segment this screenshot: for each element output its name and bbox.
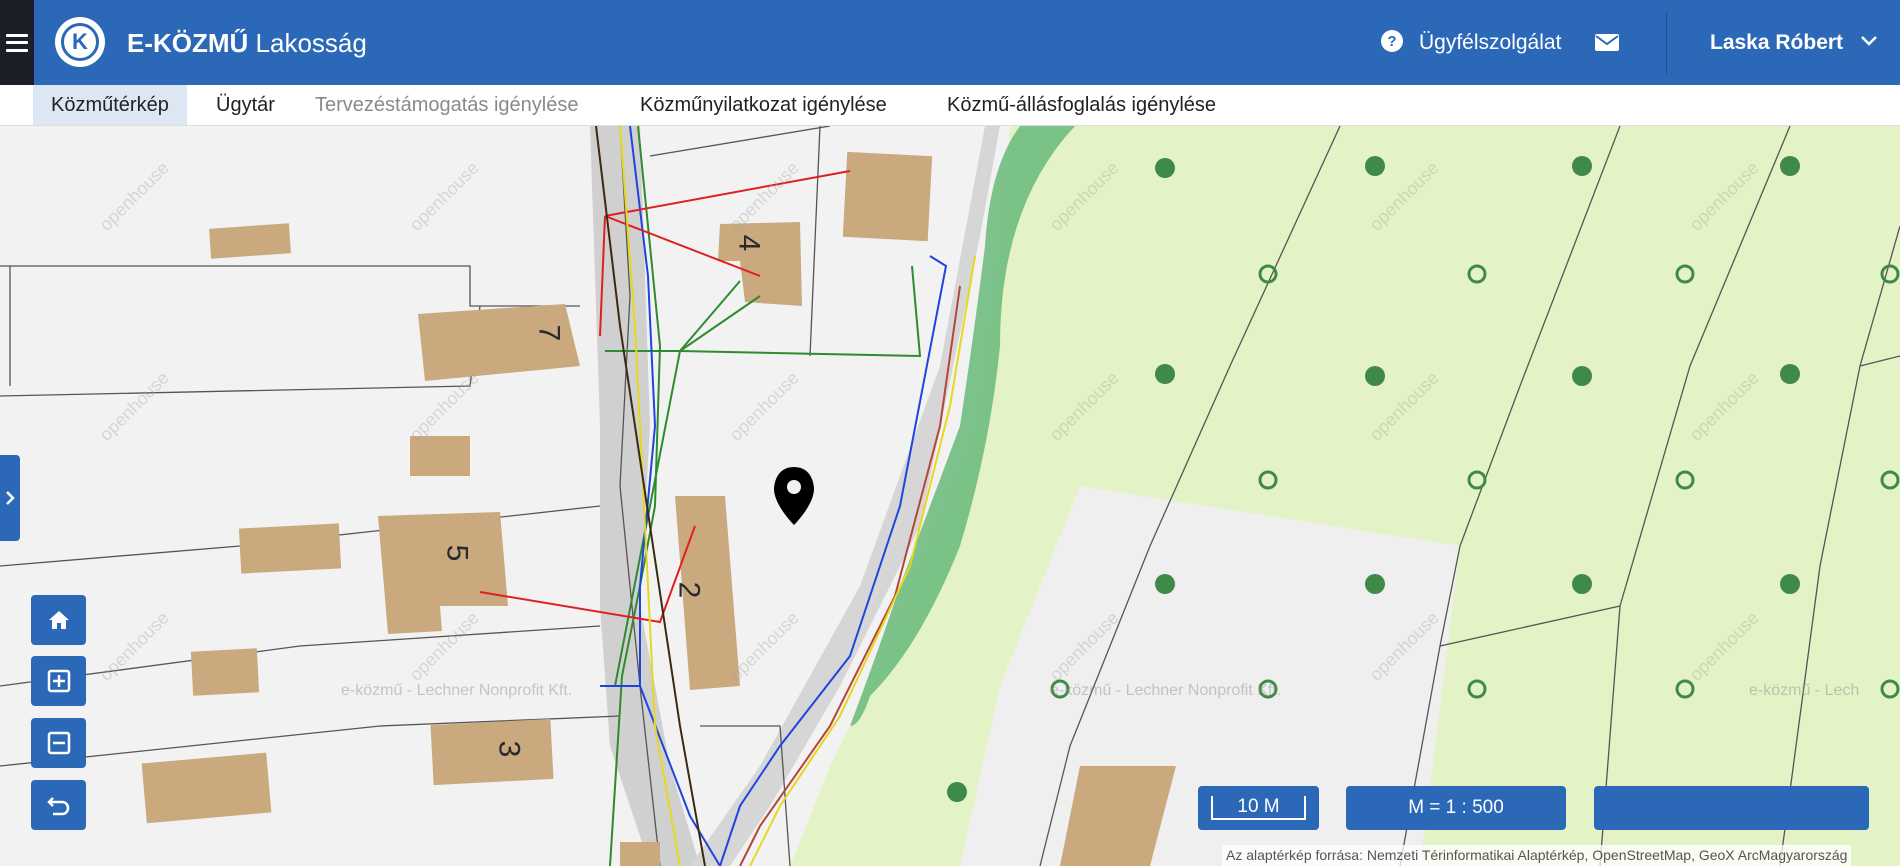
mail-icon[interactable] [1595,34,1619,51]
map-attribution: Az alaptérkép forrása: Nemzeti Térinform… [1222,845,1852,866]
top-app-bar: K E-KÖZMŰ Lakosság ? Ügyfélszolgálat Las… [0,0,1900,85]
logo-letter: K [61,23,99,61]
app-suffix: Lakosság [248,28,367,58]
tab-ugytar[interactable]: Ügytár [216,85,275,125]
tab-kozmunyilatkozat[interactable]: Közműnyilatkozat igénylése [640,85,887,125]
chevron-right-icon [6,491,15,505]
help-icon[interactable]: ? [1381,30,1403,52]
map-layer [0,126,1900,866]
support-link[interactable]: Ügyfélszolgálat [1419,31,1561,55]
header-divider [1666,12,1667,74]
zoom-out-button[interactable] [31,718,86,768]
tab-kozmu-allasfoglalas[interactable]: Közmű-állásfoglalás igénylése [947,85,1216,125]
scale-ratio[interactable]: M = 1 : 500 [1346,786,1566,830]
tab-tervezestamogatas[interactable]: Tervezéstámogatás igénylése [315,85,578,125]
undo-icon [46,797,69,816]
coordinate-display [1594,786,1869,830]
location-pin-icon [774,467,814,525]
app-logo[interactable]: K [55,17,105,67]
tab-kozmuterkep[interactable]: Közműtérkép [33,85,187,125]
scale-bar: 10 M [1198,786,1319,830]
user-menu-name[interactable]: Laska Róbert [1710,31,1843,55]
map-canvas[interactable]: 7 4 5 2 3 openhouse openhouse openhouse … [0,126,1900,866]
side-panel-toggle[interactable] [0,455,20,541]
chevron-down-icon[interactable] [1860,34,1878,48]
main-tabs: Közműtérkép Ügytár Tervezéstámogatás igé… [0,85,1900,126]
menu-button[interactable] [0,0,34,85]
back-button[interactable] [31,780,86,830]
home-icon [48,611,69,629]
home-button[interactable] [31,595,86,645]
hamburger-icon [6,33,28,52]
app-title: E-KÖZMŰ Lakosság [127,28,367,59]
zoom-in-icon [47,669,70,693]
zoom-in-button[interactable] [31,656,86,706]
app-brand: E-KÖZMŰ [127,28,249,58]
scale-bar-label: 10 M [1211,796,1306,820]
zoom-out-icon [47,731,70,755]
